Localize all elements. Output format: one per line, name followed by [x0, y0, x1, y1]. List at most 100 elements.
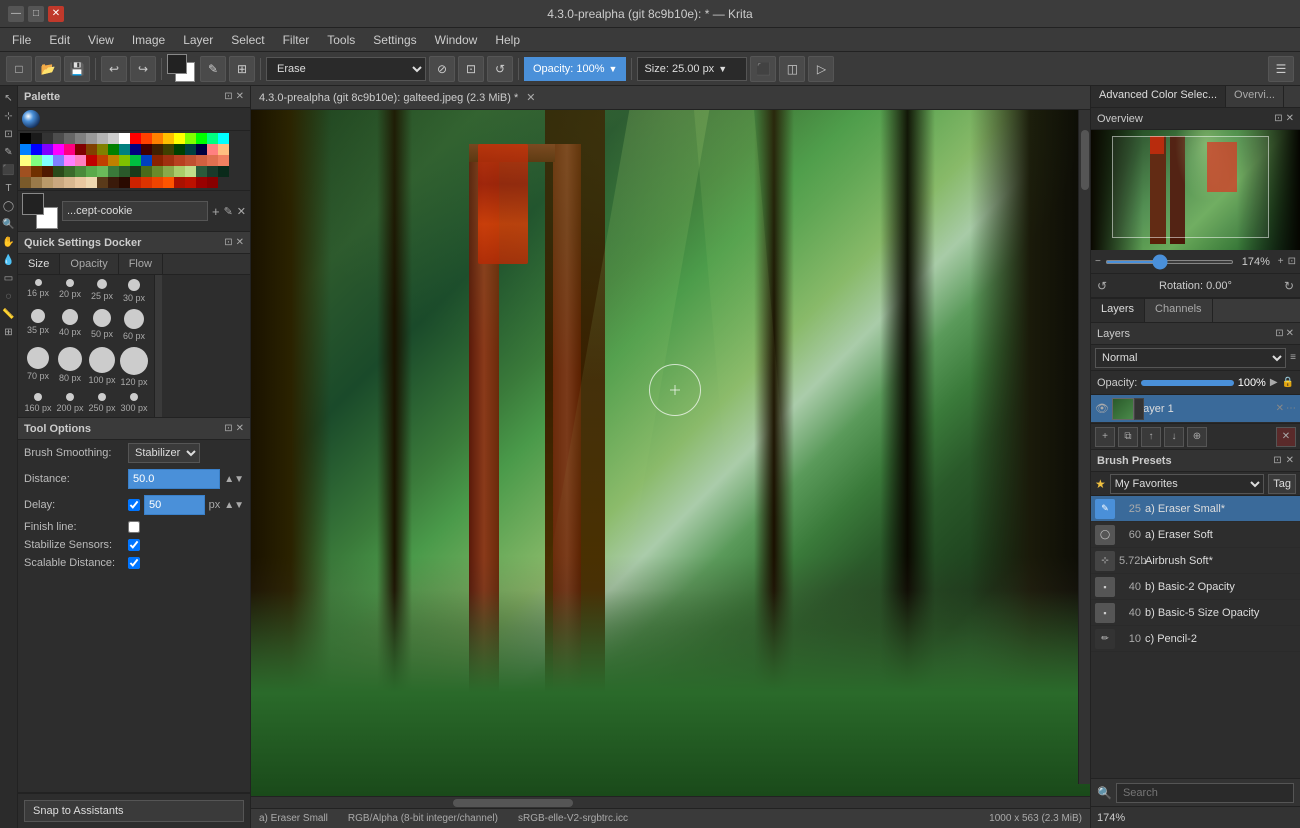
brush-size-item[interactable]: 30 px: [120, 279, 148, 303]
blend-mode-select[interactable]: Normal: [1095, 348, 1286, 368]
selected-brush-name[interactable]: ...cept-cookie: [62, 201, 208, 221]
canvas-viewport[interactable]: [251, 110, 1090, 796]
tool-pan[interactable]: ✋: [1, 234, 17, 250]
menu-edit[interactable]: Edit: [41, 31, 78, 49]
palette-color-swatch[interactable]: [174, 155, 185, 166]
palette-color-swatch[interactable]: [97, 144, 108, 155]
redo-button[interactable]: ↪: [130, 56, 156, 82]
palette-color-swatch[interactable]: [75, 177, 86, 188]
overview-thumbnail[interactable]: [1091, 130, 1300, 250]
palette-color-swatch[interactable]: [108, 133, 119, 144]
palette-color-swatch[interactable]: [185, 133, 196, 144]
mirror-h2-button[interactable]: ▷: [808, 56, 834, 82]
palette-color-swatch[interactable]: [42, 144, 53, 155]
palette-color-swatch[interactable]: [196, 155, 207, 166]
size-extra-btn[interactable]: ⬛: [750, 56, 776, 82]
palette-color-swatch[interactable]: [20, 155, 31, 166]
options-button[interactable]: ☰: [1268, 56, 1294, 82]
menu-tools[interactable]: Tools: [319, 31, 363, 49]
size-display[interactable]: Size: 25.00 px ▼: [637, 57, 747, 81]
palette-color-swatch[interactable]: [20, 144, 31, 155]
palette-color-swatch[interactable]: [31, 166, 42, 177]
brush-size-item[interactable]: 16 px: [24, 279, 52, 303]
palette-color-swatch[interactable]: [42, 155, 53, 166]
tab-opacity[interactable]: Opacity: [60, 254, 118, 274]
overview-zoom-in[interactable]: +: [1278, 256, 1284, 267]
bp-filter-select[interactable]: My Favorites: [1110, 474, 1264, 494]
palette-color-swatch[interactable]: [141, 155, 152, 166]
fg-swatch[interactable]: [167, 54, 187, 74]
brush-size-item[interactable]: 50 px: [88, 309, 116, 341]
palette-color-swatch[interactable]: [163, 144, 174, 155]
brush-add-icon[interactable]: +: [212, 204, 220, 219]
palette-color-swatch[interactable]: [196, 144, 207, 155]
palette-color-swatch[interactable]: [152, 177, 163, 188]
palette-color-swatch[interactable]: [31, 155, 42, 166]
distance-input[interactable]: 50.0: [128, 469, 220, 489]
palette-color-swatch[interactable]: [141, 144, 152, 155]
qs-scrollbar[interactable]: [154, 275, 162, 417]
opacity-lock-icon[interactable]: 🔒: [1282, 377, 1294, 388]
layer-1-vis-icon[interactable]: 👁: [1095, 402, 1109, 415]
menu-window[interactable]: Window: [427, 31, 486, 49]
palette-color-swatch[interactable]: [20, 177, 31, 188]
brush-item-4[interactable]: ▪ 40 b) Basic-5 Size Opacity: [1091, 600, 1300, 626]
menu-select[interactable]: Select: [223, 31, 272, 49]
opacity-display[interactable]: Opacity: 100% ▼: [524, 57, 626, 81]
brush-size-item[interactable]: 200 px: [56, 393, 84, 413]
stabilize-sensors-checkbox[interactable]: [128, 539, 140, 551]
delay-checkbox[interactable]: [128, 499, 140, 511]
brush-name-select[interactable]: Erase: [266, 57, 426, 81]
palette-color-swatch[interactable]: [31, 144, 42, 155]
palette-color-swatch[interactable]: [185, 177, 196, 188]
menu-view[interactable]: View: [80, 31, 122, 49]
menu-settings[interactable]: Settings: [365, 31, 424, 49]
palette-color-swatch[interactable]: [86, 177, 97, 188]
tab-layers[interactable]: Layers: [1091, 299, 1145, 322]
delay-spinner[interactable]: ▲▼: [224, 500, 244, 511]
qs-close-icon[interactable]: ✕: [236, 237, 244, 248]
palette-color-swatch[interactable]: [163, 177, 174, 188]
tool-select-free[interactable]: ◌: [1, 288, 17, 304]
tab-size[interactable]: Size: [18, 254, 60, 274]
fg-bg-swatch[interactable]: [167, 54, 197, 84]
palette-color-swatch[interactable]: [53, 166, 64, 177]
palette-color-swatch[interactable]: [64, 144, 75, 155]
palette-color-swatch[interactable]: [130, 133, 141, 144]
palette-color-swatch[interactable]: [75, 166, 86, 177]
menu-file[interactable]: File: [4, 31, 39, 49]
tool-colorpicker[interactable]: 💧: [1, 252, 17, 268]
brush-edit-icon[interactable]: ✎: [224, 205, 233, 218]
save-button[interactable]: 💾: [64, 56, 90, 82]
overview-zoom-out[interactable]: −: [1095, 256, 1101, 267]
fg-color-swatch[interactable]: [22, 193, 44, 215]
brush-size-item[interactable]: 25 px: [88, 279, 116, 303]
brush-size-item[interactable]: 250 px: [88, 393, 116, 413]
palette-color-swatch[interactable]: [152, 144, 163, 155]
palette-color-swatch[interactable]: [152, 166, 163, 177]
palette-color-swatch[interactable]: [185, 155, 196, 166]
menu-filter[interactable]: Filter: [275, 31, 318, 49]
palette-color-swatch[interactable]: [108, 144, 119, 155]
grid-button[interactable]: ⊞: [229, 56, 255, 82]
tab-channels[interactable]: Channels: [1145, 299, 1212, 322]
palette-color-swatch[interactable]: [174, 144, 185, 155]
palette-color-swatch[interactable]: [163, 133, 174, 144]
palette-color-swatch[interactable]: [86, 166, 97, 177]
layer-merge-btn[interactable]: ⊕: [1187, 427, 1207, 447]
palette-color-swatch[interactable]: [97, 177, 108, 188]
palette-color-swatch[interactable]: [97, 155, 108, 166]
palette-color-swatch[interactable]: [174, 177, 185, 188]
layers-close-icon[interactable]: ✕: [1286, 328, 1294, 339]
palette-color-swatch[interactable]: [141, 133, 152, 144]
palette-color-swatch[interactable]: [218, 155, 229, 166]
palette-color-swatch[interactable]: [119, 144, 130, 155]
layers-float-icon[interactable]: ⊡: [1275, 328, 1283, 339]
brush-item-1[interactable]: ◯ 60 a) Eraser Soft: [1091, 522, 1300, 548]
snap-to-assistants-button[interactable]: Snap to Assistants: [24, 800, 244, 822]
brush-item-2[interactable]: ⊹ 5.72b Airbrush Soft*: [1091, 548, 1300, 574]
to-float-icon[interactable]: ⊡: [224, 423, 232, 434]
overview-reset[interactable]: ⊡: [1288, 256, 1296, 267]
horizontal-scrollbar[interactable]: [251, 796, 1090, 808]
layer-1-more-icon[interactable]: ⋯: [1286, 403, 1296, 414]
